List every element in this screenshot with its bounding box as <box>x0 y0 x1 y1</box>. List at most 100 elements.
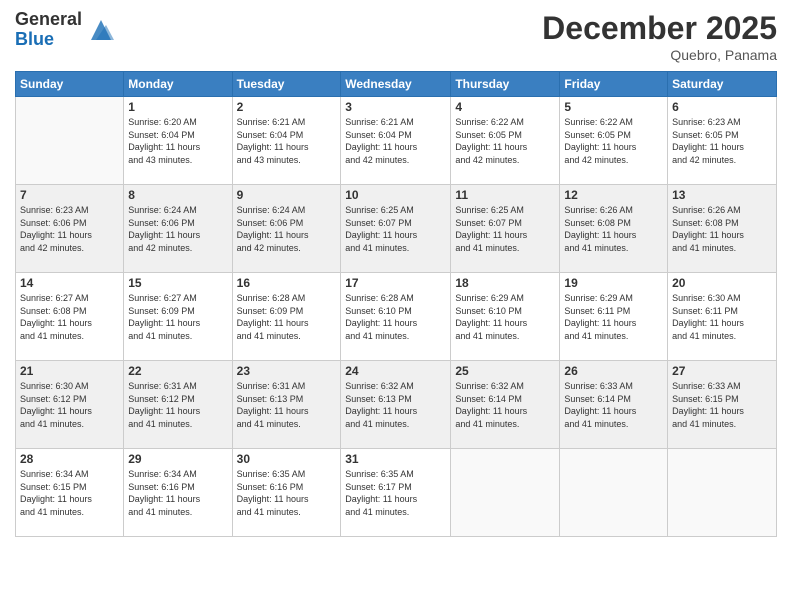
day-number: 21 <box>20 364 119 378</box>
day-info: Sunrise: 6:22 AMSunset: 6:05 PMDaylight:… <box>455 116 555 166</box>
day-number: 20 <box>672 276 772 290</box>
day-info: Sunrise: 6:25 AMSunset: 6:07 PMDaylight:… <box>345 204 446 254</box>
day-number: 9 <box>237 188 337 202</box>
header: General Blue December 2025 Quebro, Panam… <box>15 10 777 63</box>
calendar-day: 23 Sunrise: 6:31 AMSunset: 6:13 PMDayligh… <box>232 361 341 449</box>
day-number: 16 <box>237 276 337 290</box>
calendar-day <box>16 97 124 185</box>
calendar-week-4: 21 Sunrise: 6:30 AMSunset: 6:12 PMDayligh… <box>16 361 777 449</box>
day-number: 30 <box>237 452 337 466</box>
calendar-day: 9Sunrise: 6:24 AMSunset: 6:06 PMDaylight… <box>232 185 341 273</box>
calendar-week-5: 28 Sunrise: 6:34 AMSunset: 6:15 PMDayligh… <box>16 449 777 537</box>
day-info: Sunrise: 6:29 AMSunset: 6:10 PMDaylight:… <box>455 292 555 342</box>
day-info: Sunrise: 6:34 AMSunset: 6:16 PMDaylight:… <box>128 468 227 518</box>
day-info: Sunrise: 6:25 AMSunset: 6:07 PMDaylight:… <box>455 204 555 254</box>
day-info: Sunrise: 6:27 AMSunset: 6:08 PMDaylight:… <box>20 292 119 342</box>
calendar-day: 10 Sunrise: 6:25 AMSunset: 6:07 PMDayligh… <box>341 185 451 273</box>
day-info: Sunrise: 6:30 AMSunset: 6:11 PMDaylight:… <box>672 292 772 342</box>
col-sunday: Sunday <box>16 72 124 97</box>
calendar-day: 26 Sunrise: 6:33 AMSunset: 6:14 PMDayligh… <box>560 361 668 449</box>
day-number: 12 <box>564 188 663 202</box>
day-number: 29 <box>128 452 227 466</box>
day-info: Sunrise: 6:20 AMSunset: 6:04 PMDaylight:… <box>128 116 227 166</box>
day-info: Sunrise: 6:33 AMSunset: 6:14 PMDaylight:… <box>564 380 663 430</box>
logo-icon <box>86 15 116 45</box>
col-monday: Monday <box>124 72 232 97</box>
title-area: December 2025 Quebro, Panama <box>542 10 777 63</box>
day-number: 1 <box>128 100 227 114</box>
calendar-day: 16 Sunrise: 6:28 AMSunset: 6:09 PMDayligh… <box>232 273 341 361</box>
day-number: 3 <box>345 100 446 114</box>
day-info: Sunrise: 6:32 AMSunset: 6:14 PMDaylight:… <box>455 380 555 430</box>
calendar-day: 15Sunrise: 6:27 AMSunset: 6:09 PMDayligh… <box>124 273 232 361</box>
day-number: 31 <box>345 452 446 466</box>
day-number: 7 <box>20 188 119 202</box>
calendar-day: 2 Sunrise: 6:21 AMSunset: 6:04 PMDaylight… <box>232 97 341 185</box>
day-info: Sunrise: 6:28 AMSunset: 6:10 PMDaylight:… <box>345 292 446 342</box>
logo-blue: Blue <box>15 30 82 50</box>
day-number: 22 <box>128 364 227 378</box>
calendar-day: 22Sunrise: 6:31 AMSunset: 6:12 PMDayligh… <box>124 361 232 449</box>
calendar-day: 11 Sunrise: 6:25 AMSunset: 6:07 PMDayligh… <box>451 185 560 273</box>
day-number: 23 <box>237 364 337 378</box>
day-number: 17 <box>345 276 446 290</box>
col-friday: Friday <box>560 72 668 97</box>
calendar-day: 29 Sunrise: 6:34 AMSunset: 6:16 PMDayligh… <box>124 449 232 537</box>
calendar-day: 24Sunrise: 6:32 AMSunset: 6:13 PMDayligh… <box>341 361 451 449</box>
calendar-day: 28 Sunrise: 6:34 AMSunset: 6:15 PMDayligh… <box>16 449 124 537</box>
calendar-day: 6Sunrise: 6:23 AMSunset: 6:05 PMDaylight… <box>668 97 777 185</box>
day-info: Sunrise: 6:23 AMSunset: 6:05 PMDaylight:… <box>672 116 772 166</box>
day-info: Sunrise: 6:35 AMSunset: 6:17 PMDaylight:… <box>345 468 446 518</box>
day-info: Sunrise: 6:29 AMSunset: 6:11 PMDaylight:… <box>564 292 663 342</box>
day-number: 2 <box>237 100 337 114</box>
day-info: Sunrise: 6:21 AMSunset: 6:04 PMDaylight:… <box>345 116 446 166</box>
calendar-day: 21 Sunrise: 6:30 AMSunset: 6:12 PMDayligh… <box>16 361 124 449</box>
calendar-day: 31 Sunrise: 6:35 AMSunset: 6:17 PMDayligh… <box>341 449 451 537</box>
day-number: 11 <box>455 188 555 202</box>
day-number: 10 <box>345 188 446 202</box>
month-title: December 2025 <box>542 10 777 47</box>
day-number: 14 <box>20 276 119 290</box>
col-wednesday: Wednesday <box>341 72 451 97</box>
header-row: Sunday Monday Tuesday Wednesday Thursday… <box>16 72 777 97</box>
calendar-table: Sunday Monday Tuesday Wednesday Thursday… <box>15 71 777 537</box>
day-info: Sunrise: 6:30 AMSunset: 6:12 PMDaylight:… <box>20 380 119 430</box>
logo-general: General <box>15 10 82 30</box>
calendar-day: 19 Sunrise: 6:29 AMSunset: 6:11 PMDayligh… <box>560 273 668 361</box>
calendar-day: 27Sunrise: 6:33 AMSunset: 6:15 PMDayligh… <box>668 361 777 449</box>
day-info: Sunrise: 6:31 AMSunset: 6:13 PMDaylight:… <box>237 380 337 430</box>
calendar-day <box>451 449 560 537</box>
calendar-day: 14 Sunrise: 6:27 AMSunset: 6:08 PMDayligh… <box>16 273 124 361</box>
day-info: Sunrise: 6:28 AMSunset: 6:09 PMDaylight:… <box>237 292 337 342</box>
day-number: 18 <box>455 276 555 290</box>
day-number: 19 <box>564 276 663 290</box>
day-info: Sunrise: 6:23 AMSunset: 6:06 PMDaylight:… <box>20 204 119 254</box>
day-info: Sunrise: 6:24 AMSunset: 6:06 PMDaylight:… <box>128 204 227 254</box>
day-number: 26 <box>564 364 663 378</box>
calendar-day: 20 Sunrise: 6:30 AMSunset: 6:11 PMDayligh… <box>668 273 777 361</box>
logo: General Blue <box>15 10 116 50</box>
calendar-day: 8 Sunrise: 6:24 AMSunset: 6:06 PMDaylight… <box>124 185 232 273</box>
calendar-day: 1 Sunrise: 6:20 AMSunset: 6:04 PMDaylight… <box>124 97 232 185</box>
calendar-day: 4Sunrise: 6:22 AMSunset: 6:05 PMDaylight… <box>451 97 560 185</box>
col-saturday: Saturday <box>668 72 777 97</box>
day-number: 27 <box>672 364 772 378</box>
day-number: 8 <box>128 188 227 202</box>
calendar-day: 30 Sunrise: 6:35 AMSunset: 6:16 PMDayligh… <box>232 449 341 537</box>
location: Quebro, Panama <box>542 47 777 63</box>
day-number: 24 <box>345 364 446 378</box>
calendar-day: 3 Sunrise: 6:21 AMSunset: 6:04 PMDaylight… <box>341 97 451 185</box>
calendar-day: 13Sunrise: 6:26 AMSunset: 6:08 PMDayligh… <box>668 185 777 273</box>
calendar-day: 12Sunrise: 6:26 AMSunset: 6:08 PMDayligh… <box>560 185 668 273</box>
calendar-week-2: 7 Sunrise: 6:23 AMSunset: 6:06 PMDaylight… <box>16 185 777 273</box>
calendar-day <box>668 449 777 537</box>
day-info: Sunrise: 6:27 AMSunset: 6:09 PMDaylight:… <box>128 292 227 342</box>
day-info: Sunrise: 6:21 AMSunset: 6:04 PMDaylight:… <box>237 116 337 166</box>
calendar-day: 25Sunrise: 6:32 AMSunset: 6:14 PMDayligh… <box>451 361 560 449</box>
day-number: 5 <box>564 100 663 114</box>
day-info: Sunrise: 6:34 AMSunset: 6:15 PMDaylight:… <box>20 468 119 518</box>
day-number: 28 <box>20 452 119 466</box>
calendar-day: 17 Sunrise: 6:28 AMSunset: 6:10 PMDayligh… <box>341 273 451 361</box>
calendar-day <box>560 449 668 537</box>
day-info: Sunrise: 6:35 AMSunset: 6:16 PMDaylight:… <box>237 468 337 518</box>
